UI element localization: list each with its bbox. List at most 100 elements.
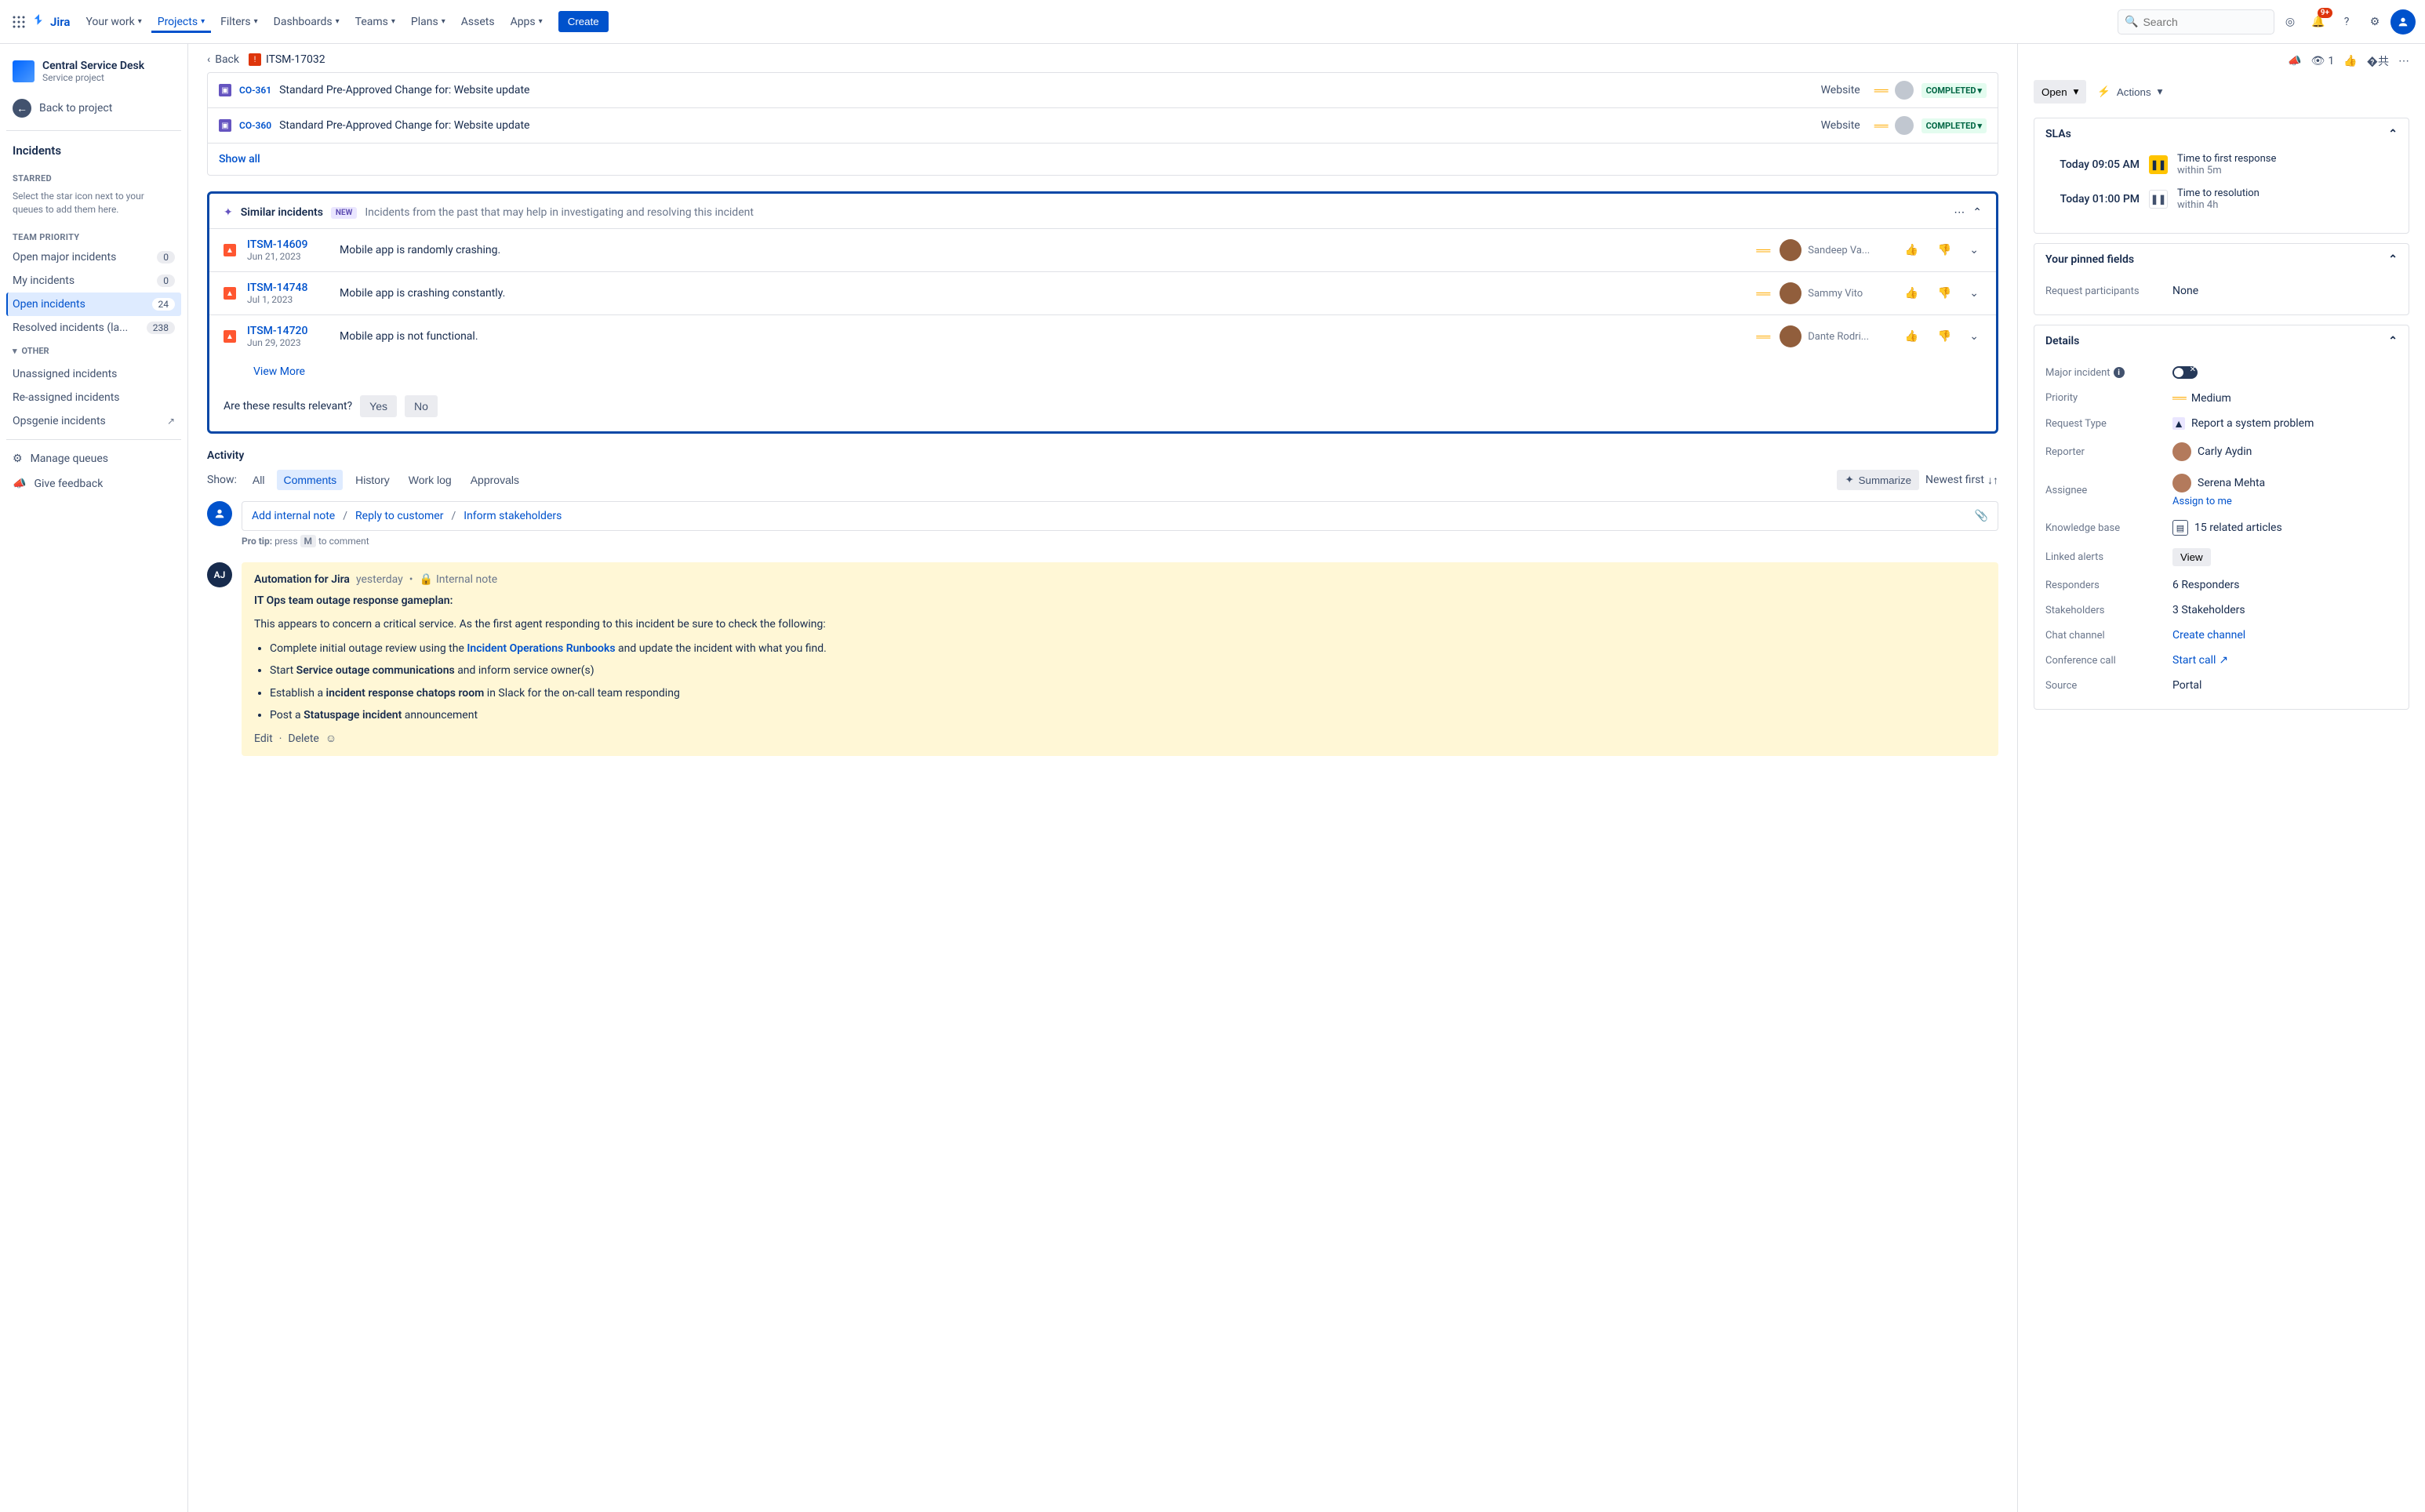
thumbs-down-icon[interactable]: 👎: [1933, 239, 1955, 261]
assign-to-me-link[interactable]: Assign to me: [2172, 496, 2232, 507]
sim-reporter[interactable]: Dante Rodri...: [1780, 325, 1889, 347]
sort-button[interactable]: Newest first↓↑: [1925, 474, 1998, 487]
chevron-down-icon[interactable]: ⌄: [1966, 330, 1982, 343]
status-lozenge[interactable]: COMPLETED ▾: [1921, 83, 1987, 98]
settings-icon[interactable]: ⚙: [2362, 9, 2387, 35]
field-responders-value[interactable]: 6 Responders: [2172, 579, 2398, 591]
give-feedback[interactable]: 📣Give feedback: [6, 471, 181, 496]
reply-customer-link[interactable]: Reply to customer: [355, 510, 443, 522]
major-incident-toggle[interactable]: [2172, 366, 2198, 379]
pinned-header[interactable]: Your pinned fields⌃: [2034, 244, 2409, 275]
comment-delete[interactable]: Delete: [288, 732, 318, 745]
nav-projects[interactable]: Projects▾: [151, 11, 211, 33]
start-call-link[interactable]: Start call↗: [2172, 654, 2228, 667]
sim-reporter[interactable]: Sandeep Va...: [1780, 239, 1889, 261]
manage-queues[interactable]: ⚙Manage queues: [6, 446, 181, 471]
add-internal-note-link[interactable]: Add internal note: [252, 510, 335, 522]
thumbs-up-icon[interactable]: 👍: [1900, 239, 1922, 261]
queue-open-major[interactable]: Open major incidents0: [6, 245, 181, 269]
more-icon[interactable]: ⋯: [2398, 55, 2409, 67]
chevron-up-icon[interactable]: ⌃: [1972, 206, 1982, 219]
field-value[interactable]: None: [2172, 285, 2398, 297]
tab-worklog[interactable]: Work log: [402, 470, 458, 490]
project-header[interactable]: Central Service Desk Service project: [6, 56, 181, 93]
help-icon[interactable]: ?: [2334, 9, 2359, 35]
nav-dashboards[interactable]: Dashboards▾: [267, 11, 346, 33]
summarize-button[interactable]: ✦Summarize: [1837, 470, 1919, 490]
status-lozenge[interactable]: COMPLETED ▾: [1921, 118, 1987, 133]
queue-open-incidents[interactable]: Open incidents24: [6, 293, 181, 316]
field-request-type-value[interactable]: ▲Report a system problem: [2172, 417, 2398, 430]
back-button[interactable]: ‹ Back: [207, 53, 239, 66]
notifications-icon[interactable]: 🔔9+: [2306, 9, 2331, 35]
share-icon[interactable]: �共: [2367, 53, 2389, 69]
sim-reporter[interactable]: Sammy Vito: [1780, 282, 1889, 304]
back-to-project[interactable]: ← Back to project: [6, 93, 181, 124]
chevron-down-icon[interactable]: ⌄: [1966, 287, 1982, 300]
nav-assets[interactable]: Assets: [455, 11, 501, 33]
queue-resolved[interactable]: Resolved incidents (la...238: [6, 316, 181, 340]
emoji-reaction-icon[interactable]: ☺: [325, 732, 336, 745]
comment-input[interactable]: Add internal note / Reply to customer / …: [242, 501, 1998, 531]
field-reporter-value[interactable]: Carly Aydin: [2172, 442, 2398, 461]
sim-key[interactable]: ITSM-14720: [247, 325, 329, 337]
search-input[interactable]: 🔍: [2118, 9, 2274, 35]
watchers[interactable]: 👁1: [2311, 55, 2335, 67]
vote-icon[interactable]: 👍: [2343, 55, 2357, 67]
slas-header[interactable]: SLAs⌃: [2034, 118, 2409, 150]
nav-plans[interactable]: Plans▾: [405, 11, 452, 33]
view-more-link[interactable]: View More: [253, 365, 305, 378]
field-kb-value[interactable]: ▤15 related articles: [2172, 520, 2398, 536]
nav-apps[interactable]: Apps▾: [504, 11, 549, 33]
queue-reassigned[interactable]: Re-assigned incidents: [6, 386, 181, 409]
thumbs-down-icon[interactable]: 👎: [1933, 325, 1955, 347]
assignee-avatar[interactable]: [1895, 81, 1914, 100]
tab-history[interactable]: History: [349, 470, 396, 490]
nav-teams[interactable]: Teams▾: [349, 11, 402, 33]
comment-author[interactable]: Automation for Jira: [254, 573, 350, 586]
queue-my-incidents[interactable]: My incidents0: [6, 269, 181, 293]
compass-icon[interactable]: ◎: [2278, 9, 2303, 35]
app-switcher-icon[interactable]: [9, 13, 28, 31]
field-assignee-value[interactable]: Serena Mehta: [2172, 474, 2265, 492]
status-dropdown[interactable]: Open▾: [2034, 80, 2086, 104]
linked-row[interactable]: ▣ CO-360 Standard Pre-Approved Change fo…: [208, 108, 1998, 144]
attachment-icon[interactable]: 📎: [1975, 510, 1988, 522]
linked-key[interactable]: CO-361: [239, 85, 271, 96]
thumbs-up-icon[interactable]: 👍: [1900, 325, 1922, 347]
assignee-avatar[interactable]: [1895, 116, 1914, 135]
field-priority-value[interactable]: ══Medium: [2172, 391, 2398, 405]
runbooks-link[interactable]: Incident Operations Runbooks: [467, 642, 615, 655]
issue-key[interactable]: ! ITSM-17032: [249, 53, 325, 66]
tab-all[interactable]: All: [246, 470, 271, 490]
jira-logo[interactable]: Jira: [31, 14, 70, 30]
show-all-link[interactable]: Show all: [219, 153, 260, 165]
actions-dropdown[interactable]: ⚡Actions▾: [2094, 80, 2165, 104]
create-button[interactable]: Create: [558, 11, 609, 32]
feedback-icon[interactable]: 📣: [2288, 55, 2301, 67]
info-icon[interactable]: i: [2114, 367, 2125, 378]
comment-edit[interactable]: Edit: [254, 732, 273, 745]
search-field[interactable]: [2143, 16, 2285, 28]
view-alerts-button[interactable]: View: [2172, 548, 2211, 566]
thumbs-up-icon[interactable]: 👍: [1900, 282, 1922, 304]
inform-stakeholders-link[interactable]: Inform stakeholders: [464, 510, 562, 522]
details-header[interactable]: Details⌃: [2034, 325, 2409, 357]
sim-key[interactable]: ITSM-14748: [247, 282, 329, 294]
chevron-down-icon[interactable]: ⌄: [1966, 244, 1982, 256]
relevance-yes-button[interactable]: Yes: [360, 395, 397, 417]
thumbs-down-icon[interactable]: 👎: [1933, 282, 1955, 304]
create-channel-link[interactable]: Create channel: [2172, 629, 2245, 642]
linked-key[interactable]: CO-360: [239, 120, 271, 131]
other-section-toggle[interactable]: ▾OTHER: [6, 340, 181, 362]
field-stakeholders-value[interactable]: 3 Stakeholders: [2172, 604, 2398, 616]
linked-row[interactable]: ▣ CO-361 Standard Pre-Approved Change fo…: [208, 73, 1998, 108]
queue-opsgenie[interactable]: Opsgenie incidents↗: [6, 409, 181, 433]
nav-your-work[interactable]: Your work▾: [79, 11, 147, 33]
nav-filters[interactable]: Filters▾: [214, 11, 264, 33]
queue-unassigned[interactable]: Unassigned incidents: [6, 362, 181, 386]
relevance-no-button[interactable]: No: [405, 395, 438, 417]
user-avatar[interactable]: [2390, 9, 2416, 35]
more-icon[interactable]: ⋯: [1954, 206, 1965, 219]
tab-approvals[interactable]: Approvals: [464, 470, 525, 490]
